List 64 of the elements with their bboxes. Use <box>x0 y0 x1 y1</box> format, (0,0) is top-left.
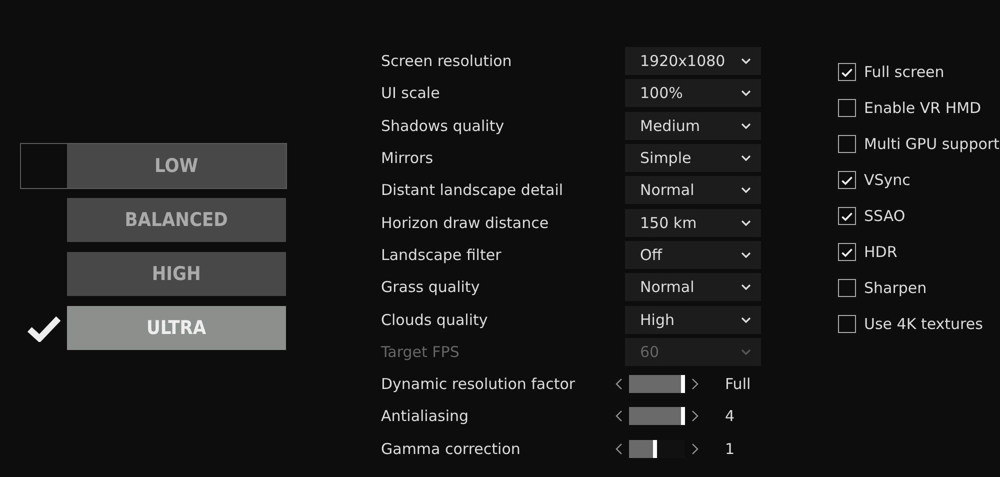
checkbox-label: VSync <box>864 171 910 189</box>
dropdown[interactable]: Normal <box>625 176 761 204</box>
slider-value: 4 <box>725 407 735 426</box>
dropdown[interactable]: Simple <box>625 144 761 172</box>
setting-label: Horizon draw distance <box>381 214 550 232</box>
checkbox-label: Multi GPU support <box>864 135 1000 153</box>
preset-button[interactable]: LOW <box>66 144 286 188</box>
setting-label: Mirrors <box>381 149 434 168</box>
slider[interactable] <box>629 375 685 394</box>
checkbox[interactable] <box>838 315 856 333</box>
dropdown[interactable]: Medium <box>625 112 761 140</box>
checkbox[interactable] <box>838 171 856 189</box>
checkbox-label: SSAO <box>864 207 906 225</box>
caret-icon <box>741 122 751 129</box>
slider[interactable] <box>629 440 685 458</box>
setting-label: Antialiasing <box>381 407 470 426</box>
slider-thumb[interactable] <box>653 440 657 458</box>
slider-value: Full <box>725 375 751 394</box>
setting-label: UI scale <box>381 84 441 102</box>
setting-label: Dynamic resolution factor <box>381 375 576 394</box>
setting-label: Target FPS <box>381 342 460 361</box>
setting-label: Landscape filter <box>381 246 502 264</box>
dropdown[interactable]: 150 km <box>625 208 761 237</box>
slider[interactable] <box>629 407 685 426</box>
checkbox[interactable] <box>838 99 856 117</box>
check-icon <box>841 176 853 184</box>
checkbox[interactable] <box>838 207 856 225</box>
checkbox-label: Use 4K textures <box>864 315 983 333</box>
caret-icon <box>741 155 751 162</box>
setting-label: Clouds quality <box>381 310 489 329</box>
setting-label: Distant landscape detail <box>381 181 564 200</box>
setting-label: Screen resolution <box>381 52 513 70</box>
setting-label: Shadows quality <box>381 116 506 135</box>
checkbox-label: Sharpen <box>864 279 927 297</box>
caret-icon <box>741 58 751 64</box>
checkbox-label: Enable VR HMD <box>864 99 982 117</box>
caret-icon <box>741 252 751 258</box>
checkbox[interactable] <box>838 243 856 261</box>
checkbox-label: Full screen <box>864 63 944 81</box>
preset-button[interactable]: BALANCED <box>66 198 286 242</box>
checkbox[interactable] <box>838 63 856 81</box>
dropdown[interactable]: High <box>625 306 761 334</box>
slider-thumb[interactable] <box>681 375 685 394</box>
check-icon <box>841 212 853 220</box>
caret-icon <box>741 348 751 355</box>
dropdown[interactable]: 100% <box>625 79 761 108</box>
caret-icon <box>741 187 751 194</box>
checkbox[interactable] <box>838 135 856 153</box>
check-icon <box>841 248 853 256</box>
checkbox[interactable] <box>838 279 856 297</box>
caret-icon <box>741 316 751 323</box>
setting-label: Gamma correction <box>381 440 522 458</box>
check-icon <box>841 68 853 76</box>
setting-label: Grass quality <box>381 278 481 296</box>
slider-value: 1 <box>725 440 735 458</box>
dropdown[interactable]: Off <box>625 240 761 269</box>
dropdown[interactable]: Normal <box>625 273 761 302</box>
slider-thumb[interactable] <box>681 407 685 426</box>
dropdown[interactable]: 1920x1080 <box>625 47 761 76</box>
caret-icon <box>741 284 751 290</box>
caret-icon <box>741 90 751 96</box>
preset-button[interactable]: HIGH <box>66 252 286 296</box>
caret-icon <box>741 220 751 226</box>
checkbox-label: HDR <box>864 243 898 261</box>
